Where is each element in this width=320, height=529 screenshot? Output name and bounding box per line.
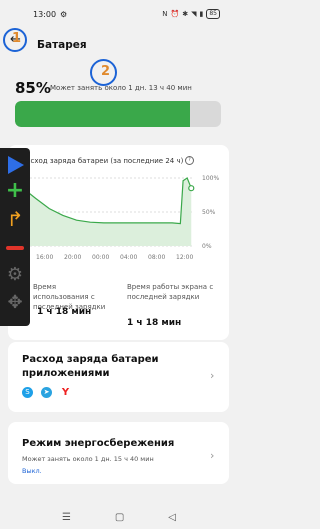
x-tick-label: 00:00 bbox=[92, 254, 109, 261]
chart-end-point bbox=[188, 185, 195, 192]
battery-level-fill bbox=[15, 101, 191, 127]
alarm-icon: ⏰ bbox=[170, 10, 180, 18]
x-tick-label: 20:00 bbox=[64, 254, 81, 261]
wifi-icon: ◥ bbox=[191, 10, 197, 18]
nfc-icon: N bbox=[162, 10, 168, 18]
back-nav-icon[interactable]: ◁ bbox=[168, 512, 176, 523]
recents-icon[interactable]: ☰ bbox=[62, 512, 71, 523]
system-nav-bar: ☰ ▢ ◁ bbox=[0, 505, 238, 529]
overlay-toolbar: + ↱ ⚙ ✥ bbox=[0, 148, 30, 326]
battery-percent: 85% bbox=[15, 79, 51, 97]
y-tick-label: 0% bbox=[202, 243, 212, 250]
screen-time-value: 1 ч 18 мин bbox=[127, 318, 182, 328]
x-tick-label: 12:00 bbox=[176, 254, 193, 261]
minus-icon[interactable] bbox=[0, 240, 30, 259]
move-icon[interactable]: ✥ bbox=[0, 292, 30, 313]
apps-usage-title: Расход заряда батареи приложениями bbox=[22, 354, 159, 379]
yandex-icon: Y bbox=[61, 387, 70, 398]
gear-icon[interactable]: ⚙ bbox=[0, 264, 30, 285]
annotation-badge-2: 2 bbox=[101, 64, 111, 79]
x-tick-label: 08:00 bbox=[148, 254, 165, 261]
annotation-badge-1: 1 bbox=[12, 31, 22, 46]
skype-icon: S bbox=[22, 387, 33, 398]
screen-time-label: Время работы экрана с последней зарядки bbox=[127, 283, 214, 301]
battery-level-bar bbox=[15, 101, 221, 127]
app-icons-row: S ➤ Y bbox=[22, 387, 71, 398]
page-title: Батарея bbox=[37, 39, 87, 51]
y-tick-label: 100% bbox=[202, 175, 219, 182]
status-icons: N ⏰ ✱ ◥ ▮ 85 bbox=[162, 9, 220, 19]
bluetooth-icon: ✱ bbox=[182, 10, 189, 18]
home-icon[interactable]: ▢ bbox=[115, 512, 124, 523]
play-icon[interactable] bbox=[0, 154, 30, 180]
power-saving-status: Выкл. bbox=[22, 467, 42, 475]
telegram-icon: ➤ bbox=[41, 387, 52, 398]
y-tick-label: 50% bbox=[202, 209, 216, 216]
chart-title: Расход заряда батареи (за последние 24 ч… bbox=[22, 157, 184, 165]
settings-status-icon: ⚙ bbox=[60, 10, 68, 19]
signal-icon: ▮ bbox=[199, 10, 204, 18]
remaining-time: Может занять около 1 дн. 13 ч 40 мин bbox=[50, 84, 192, 92]
battery-status: 85 bbox=[206, 9, 220, 19]
chevron-right-icon: › bbox=[210, 449, 215, 462]
usage-since-charge-value: 1 ч 18 мин bbox=[37, 307, 92, 317]
chevron-right-icon: › bbox=[210, 369, 215, 382]
redirect-arrow-icon[interactable]: ↱ bbox=[0, 208, 30, 230]
x-tick-label: 16:00 bbox=[36, 254, 53, 261]
help-icon[interactable]: ? bbox=[185, 156, 194, 165]
x-tick-label: 04:00 bbox=[120, 254, 137, 261]
usage-chart: 16:00 20:00 00:00 04:00 08:00 12:00 100% 50% 0% bbox=[22, 175, 219, 261]
power-saving-subtitle: Может занять около 1 дн. 15 ч 40 мин bbox=[22, 455, 154, 463]
plus-icon[interactable]: + bbox=[0, 180, 30, 202]
status-time: 13:00 bbox=[33, 10, 57, 19]
power-saving-title: Режим энергосбережения bbox=[22, 438, 175, 449]
